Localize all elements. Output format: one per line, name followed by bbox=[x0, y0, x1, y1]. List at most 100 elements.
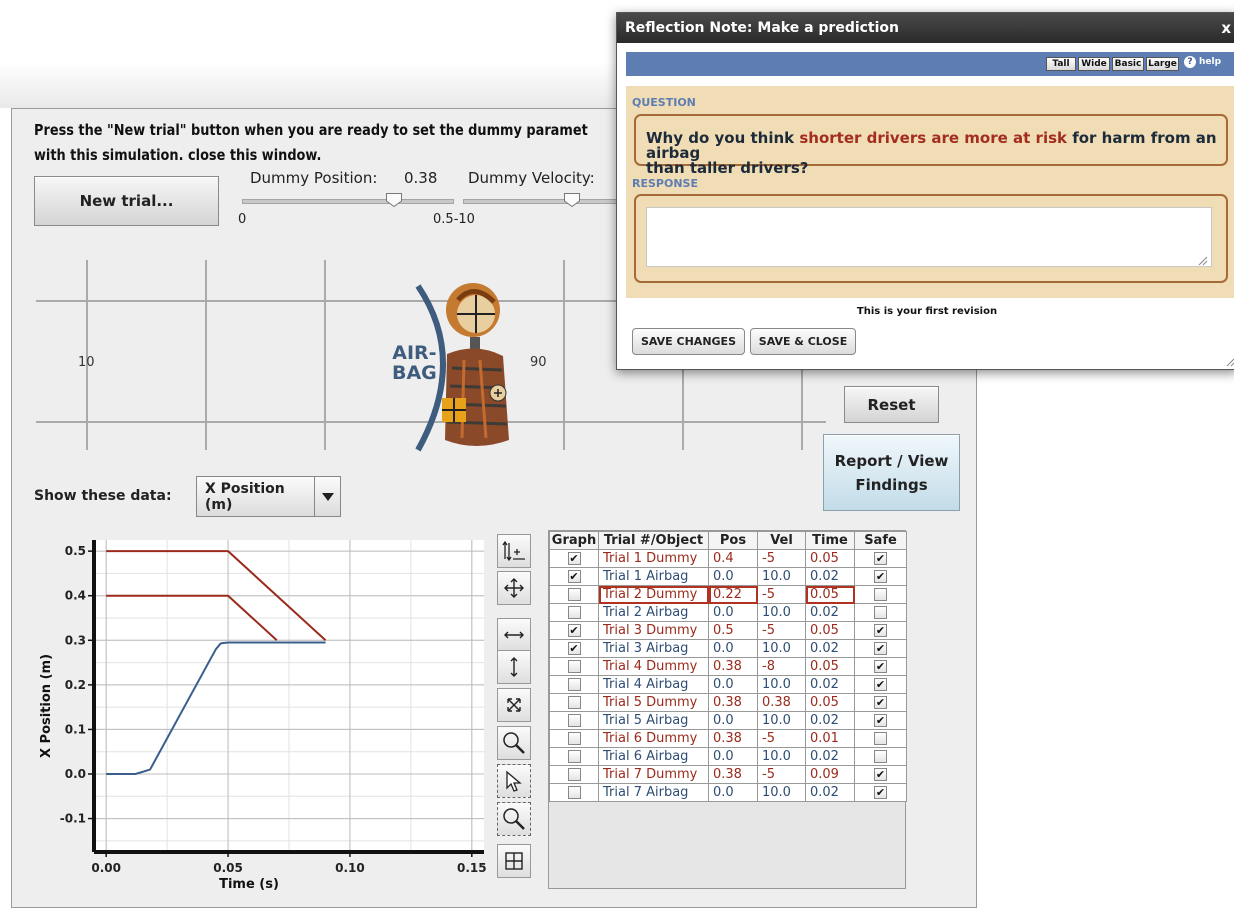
instructions-line-2: with this simulation. close this window. bbox=[34, 146, 322, 164]
table-row[interactable]: ✔ Trial 3 Dummy 0.5 -5 0.05 ✔ bbox=[549, 621, 907, 640]
safe-checkbox[interactable]: ✔ bbox=[874, 660, 887, 673]
scene-left-number: 10 bbox=[78, 355, 95, 370]
table-row[interactable]: Trial 7 Dummy 0.38 -5 0.09 ✔ bbox=[549, 765, 907, 784]
graph-checkbox[interactable]: ✔ bbox=[567, 570, 581, 583]
table-row[interactable]: Trial 2 Dummy 0.22 -5 0.05 bbox=[549, 585, 907, 604]
safe-checkbox[interactable]: ✔ bbox=[874, 786, 887, 799]
new-trial-button[interactable]: New trial... bbox=[34, 176, 219, 226]
y-tick-label: -0.1 bbox=[60, 812, 86, 826]
instructions-line-1: Press the "New trial" button when you ar… bbox=[34, 121, 588, 139]
vel-cell: 0.38 bbox=[757, 693, 806, 712]
vel-cell: 10.0 bbox=[757, 783, 806, 802]
graph-checkbox[interactable] bbox=[567, 660, 581, 673]
graph-cell bbox=[549, 711, 599, 730]
reset-button[interactable]: Reset bbox=[844, 386, 939, 423]
dialog-titlebar[interactable]: Reflection Note: Make a prediction x bbox=[617, 13, 1234, 43]
zoom-icon[interactable] bbox=[497, 726, 531, 760]
safe-checkbox[interactable] bbox=[874, 606, 887, 619]
trial-name-cell: Trial 1 Airbag bbox=[598, 567, 709, 586]
table-row[interactable]: Trial 5 Dummy 0.38 0.38 0.05 ✔ bbox=[549, 693, 907, 712]
close-icon[interactable]: x bbox=[1221, 19, 1231, 37]
safe-cell: ✔ bbox=[854, 549, 907, 568]
safe-checkbox[interactable]: ✔ bbox=[874, 552, 887, 565]
table-row[interactable]: Trial 6 Dummy 0.38 -5 0.01 bbox=[549, 729, 907, 748]
graph-checkbox[interactable] bbox=[567, 750, 581, 763]
position-time-chart[interactable]: 0.5 0.4 0.3 0.2 0.1 0.0 -0.1 0.00 0.05 0.10 0.15 Ti… bbox=[36, 534, 490, 891]
graph-checkbox[interactable] bbox=[567, 588, 581, 601]
pos-cell: 0.0 bbox=[708, 603, 758, 622]
graph-cell: ✔ bbox=[549, 567, 599, 586]
dialog-resize-icon[interactable] bbox=[1225, 357, 1234, 367]
safe-checkbox[interactable]: ✔ bbox=[874, 714, 887, 727]
data-select-dropdown[interactable]: X Position (m) bbox=[196, 476, 341, 517]
safe-checkbox[interactable] bbox=[874, 750, 887, 763]
report-view-findings-button[interactable]: Report / View Findings bbox=[823, 434, 960, 511]
scene-grid-line bbox=[682, 370, 684, 450]
table-row[interactable]: Trial 4 Dummy 0.38 -8 0.05 ✔ bbox=[549, 657, 907, 676]
vertical-scale-icon[interactable] bbox=[497, 650, 531, 684]
graph-checkbox[interactable] bbox=[567, 714, 581, 727]
basic-button[interactable]: Basic bbox=[1112, 57, 1144, 71]
safe-cell: ✔ bbox=[854, 567, 907, 586]
dummy-velocity-slider[interactable] bbox=[463, 199, 625, 204]
graph-checkbox[interactable] bbox=[567, 768, 581, 781]
dummy-velocity-thumb[interactable] bbox=[564, 193, 580, 207]
graph-fit-icon[interactable] bbox=[497, 534, 531, 568]
help-label: help bbox=[1199, 57, 1222, 67]
trials-table-body: ✔ Trial 1 Dummy 0.4 -5 0.05 ✔ ✔ Trial 1 Airbag 0… bbox=[549, 549, 907, 802]
graph-cell bbox=[549, 693, 599, 712]
fit-icon[interactable] bbox=[497, 688, 531, 722]
select-icon[interactable] bbox=[497, 764, 531, 798]
table-row[interactable]: ✔ Trial 3 Airbag 0.0 10.0 0.02 ✔ bbox=[549, 639, 907, 658]
time-cell: 0.02 bbox=[805, 639, 855, 658]
safe-checkbox[interactable]: ✔ bbox=[874, 768, 887, 781]
vel-cell: 10.0 bbox=[757, 675, 806, 694]
grid-icon[interactable] bbox=[497, 844, 531, 878]
zoom-box-icon[interactable] bbox=[497, 802, 531, 836]
response-textarea[interactable] bbox=[646, 207, 1212, 267]
y-tick-label: 0.1 bbox=[65, 722, 86, 736]
graph-checkbox[interactable] bbox=[567, 696, 581, 709]
table-row[interactable]: Trial 6 Airbag 0.0 10.0 0.02 bbox=[549, 747, 907, 766]
table-row[interactable]: Trial 5 Airbag 0.0 10.0 0.02 ✔ bbox=[549, 711, 907, 730]
safe-cell: ✔ bbox=[854, 765, 907, 784]
time-cell: 0.02 bbox=[805, 711, 855, 730]
horizontal-scale-icon[interactable] bbox=[497, 618, 531, 652]
save-changes-button[interactable]: SAVE CHANGES bbox=[632, 328, 745, 355]
large-button[interactable]: Large bbox=[1146, 57, 1179, 71]
graph-checkbox[interactable] bbox=[567, 678, 581, 691]
table-row[interactable]: Trial 7 Airbag 0.0 10.0 0.02 ✔ bbox=[549, 783, 907, 802]
graph-cell: ✔ bbox=[549, 621, 599, 640]
safe-checkbox[interactable]: ✔ bbox=[874, 696, 887, 709]
safe-checkbox[interactable]: ✔ bbox=[874, 624, 887, 637]
save-and-close-button[interactable]: SAVE & CLOSE bbox=[750, 328, 856, 355]
table-row[interactable]: ✔ Trial 1 Dummy 0.4 -5 0.05 ✔ bbox=[549, 549, 907, 568]
graph-checkbox[interactable]: ✔ bbox=[567, 552, 581, 565]
safe-checkbox[interactable] bbox=[874, 732, 887, 745]
table-row[interactable]: ✔ Trial 1 Airbag 0.0 10.0 0.02 ✔ bbox=[549, 567, 907, 586]
graph-checkbox[interactable]: ✔ bbox=[567, 642, 581, 655]
tall-button[interactable]: Tall bbox=[1046, 57, 1076, 71]
chevron-down-icon[interactable] bbox=[314, 477, 340, 516]
show-data-label: Show these data: bbox=[34, 488, 172, 504]
graph-cell bbox=[549, 657, 599, 676]
trial-name-cell: Trial 3 Airbag bbox=[598, 639, 709, 658]
safe-checkbox[interactable]: ✔ bbox=[874, 678, 887, 691]
dummy-position-thumb[interactable] bbox=[386, 193, 402, 207]
pan-icon[interactable] bbox=[497, 571, 531, 605]
graph-checkbox[interactable] bbox=[567, 606, 581, 619]
graph-checkbox[interactable]: ✔ bbox=[567, 624, 581, 637]
safe-checkbox[interactable]: ✔ bbox=[874, 570, 887, 583]
table-row[interactable]: Trial 4 Airbag 0.0 10.0 0.02 ✔ bbox=[549, 675, 907, 694]
safe-checkbox[interactable] bbox=[874, 588, 887, 601]
resize-grip-icon[interactable] bbox=[1196, 254, 1208, 266]
wide-button[interactable]: Wide bbox=[1078, 57, 1110, 71]
help-link[interactable]: ? help bbox=[1184, 56, 1221, 68]
dummy-position-slider[interactable] bbox=[242, 199, 454, 204]
safe-cell: ✔ bbox=[854, 693, 907, 712]
safe-cell bbox=[854, 747, 907, 766]
graph-checkbox[interactable] bbox=[567, 786, 581, 799]
graph-checkbox[interactable] bbox=[567, 732, 581, 745]
table-row[interactable]: Trial 2 Airbag 0.0 10.0 0.02 bbox=[549, 603, 907, 622]
safe-checkbox[interactable]: ✔ bbox=[874, 642, 887, 655]
